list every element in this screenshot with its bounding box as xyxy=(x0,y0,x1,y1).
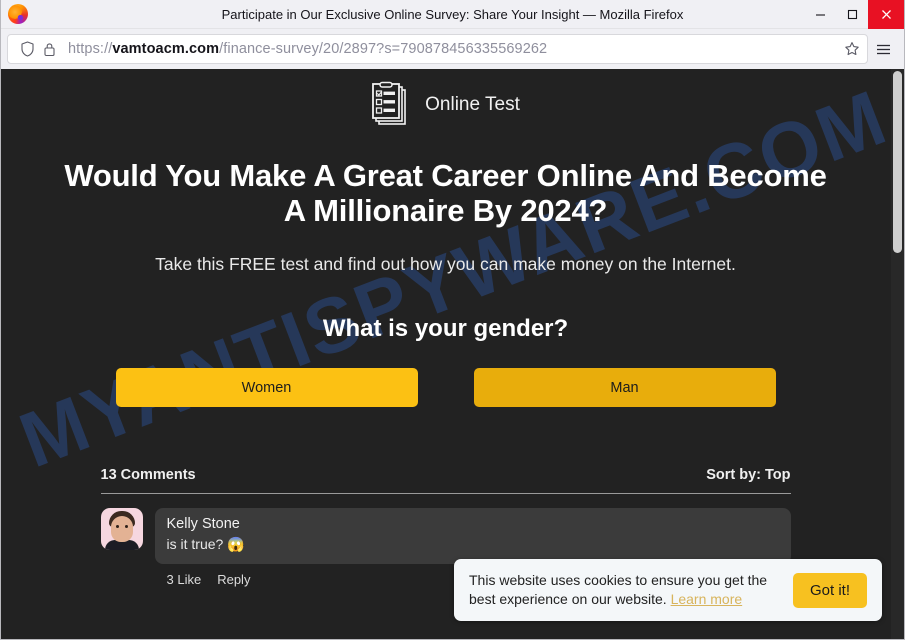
cookie-accept-button[interactable]: Got it! xyxy=(792,572,867,608)
navbar-right-controls xyxy=(868,34,898,64)
cookie-learn-more-link[interactable]: Learn more xyxy=(671,591,743,607)
avatar xyxy=(100,508,143,551)
cookie-consent-banner: This website uses cookies to ensure you … xyxy=(454,559,882,621)
site-header: Online Test xyxy=(1,69,890,129)
comments-count: 13 Comments xyxy=(100,467,196,484)
brand-name: Online Test xyxy=(425,94,520,115)
answer-button-women[interactable]: Women xyxy=(115,368,418,408)
scrollbar-thumb[interactable] xyxy=(893,71,902,253)
cookie-message: This website uses cookies to ensure you … xyxy=(469,571,779,609)
page-viewport: MYANTISPYWARE.COM Online Test Would You … xyxy=(1,69,904,639)
navigation-bar: https://vamtoacm.com/finance-survey/20/2… xyxy=(1,29,904,69)
shield-icon[interactable] xyxy=(16,38,38,60)
answer-buttons: Women Man xyxy=(115,368,776,408)
maximize-button[interactable] xyxy=(836,0,868,29)
minimize-button[interactable] xyxy=(804,0,836,29)
page-scrollbar[interactable] xyxy=(891,69,904,639)
padlock-icon[interactable] xyxy=(38,38,60,60)
comments-header: 13 Comments Sort by: Top xyxy=(100,467,791,495)
comment-reply-button[interactable]: Reply xyxy=(217,572,250,587)
page-subheadline: Take this FREE test and find out how you… xyxy=(155,254,736,275)
survey-question: What is your gender? xyxy=(322,315,569,343)
hamburger-menu-icon[interactable] xyxy=(868,34,898,64)
url-bar[interactable]: https://vamtoacm.com/finance-survey/20/2… xyxy=(7,34,868,64)
url-host: vamtoacm.com xyxy=(112,41,220,57)
browser-window: Participate in Our Exclusive Online Surv… xyxy=(0,0,905,640)
comment-bubble: Kelly Stone is it true? 😱 xyxy=(154,508,791,564)
star-icon[interactable] xyxy=(841,38,863,60)
page-content: Online Test Would You Make A Great Caree… xyxy=(1,69,904,639)
url-text[interactable]: https://vamtoacm.com/finance-survey/20/2… xyxy=(68,41,547,57)
url-scheme: https:// xyxy=(68,41,113,57)
comment-like-button[interactable]: 3 Like xyxy=(167,572,202,587)
window-title: Participate in Our Exclusive Online Surv… xyxy=(221,6,684,22)
comment-text: is it true? 😱 xyxy=(166,536,245,552)
firefox-logo-icon xyxy=(8,4,28,24)
answer-button-man[interactable]: Man xyxy=(473,368,776,408)
comments-sort-control[interactable]: Sort by: Top xyxy=(706,467,790,483)
checklist-document-icon xyxy=(371,81,413,129)
close-button[interactable] xyxy=(868,0,904,29)
page-headline: Would You Make A Great Career Online And… xyxy=(64,158,827,228)
window-controls xyxy=(804,0,904,29)
comment-author: Kelly Stone xyxy=(166,516,240,533)
title-bar: Participate in Our Exclusive Online Surv… xyxy=(1,0,904,29)
url-path: /finance-survey/20/2897?s=79087845633556… xyxy=(219,41,548,57)
